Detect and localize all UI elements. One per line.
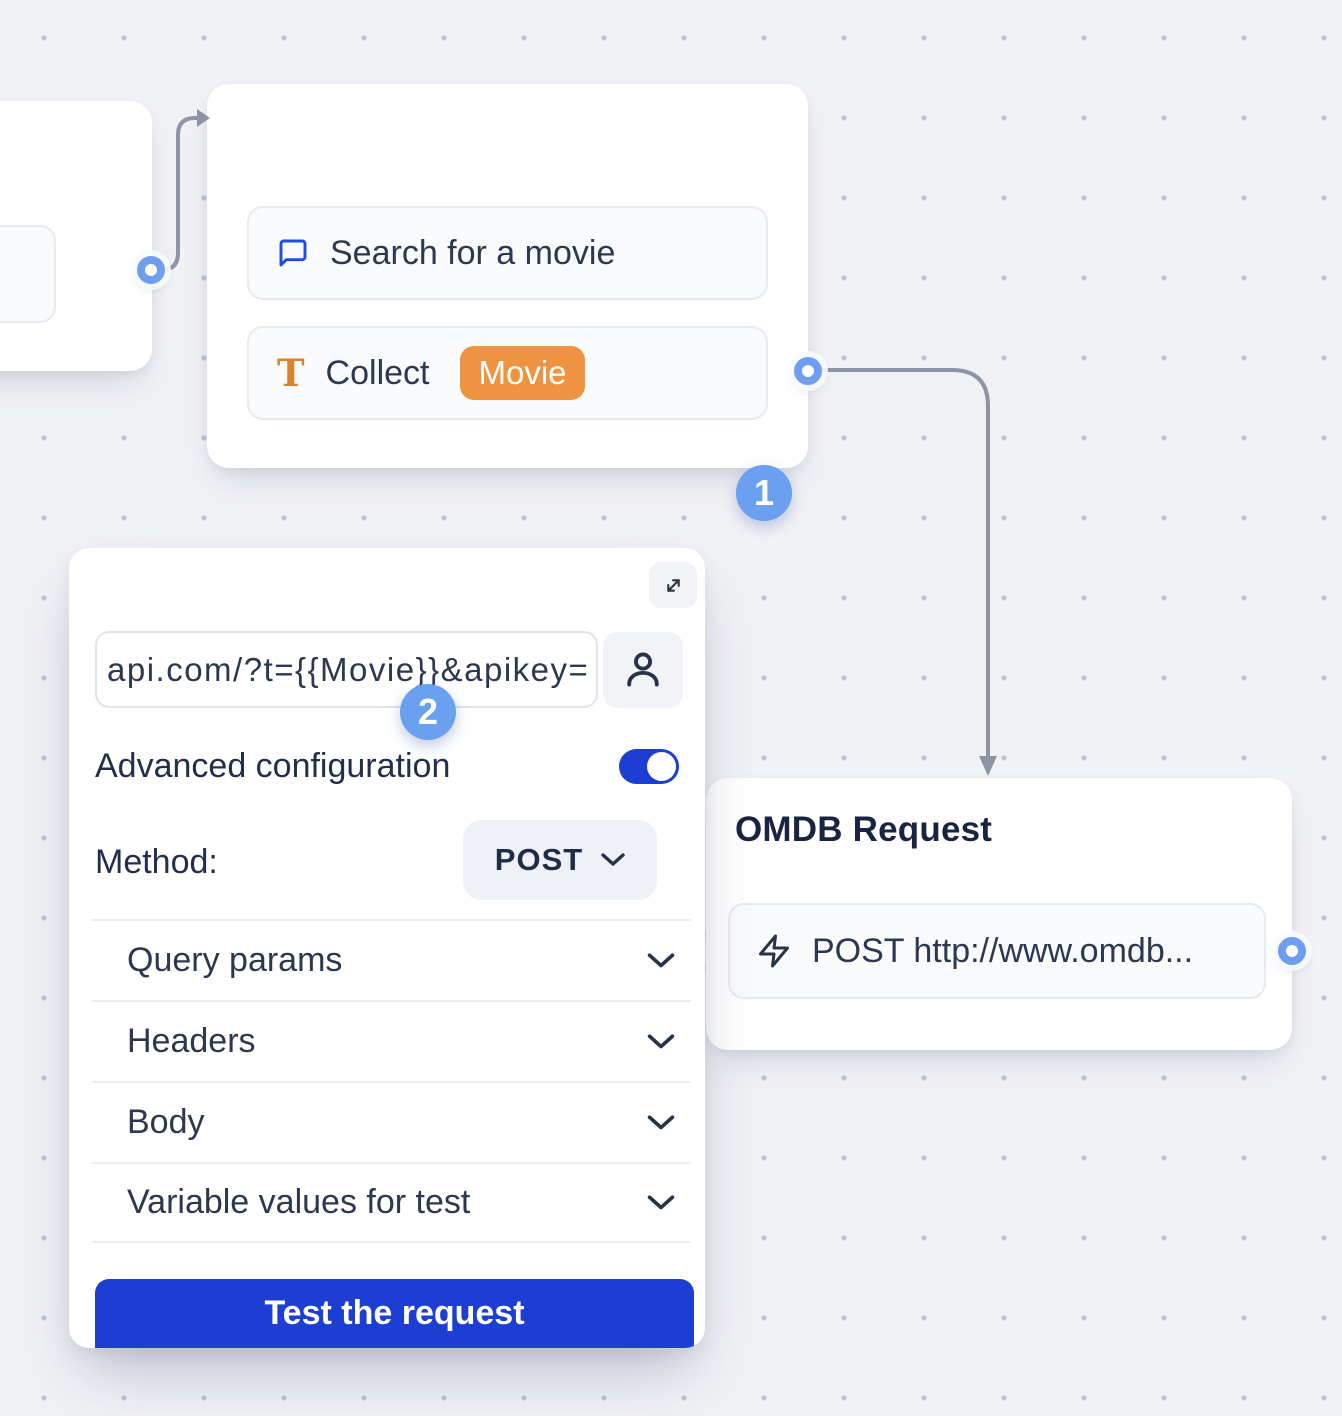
step-badge-1: 1 <box>736 465 792 521</box>
node-item-search-message[interactable]: Search for a movie <box>247 206 768 300</box>
omdb-request-node[interactable]: OMDB Request POST http://www.omdb... <box>706 778 1292 1050</box>
item-label: Search for a movie <box>330 234 615 273</box>
item-label: POST http://www.omdb... <box>812 932 1193 971</box>
section-body[interactable]: Body <box>92 1081 691 1162</box>
variable-insert-button[interactable] <box>603 632 683 708</box>
section-label: Query params <box>127 941 342 980</box>
movie-search-node[interactable]: Movie search Search for a movie T Collec… <box>207 84 808 468</box>
person-icon <box>620 647 666 693</box>
method-label: Method: <box>95 843 218 882</box>
edge-omdb-arrowhead <box>979 756 997 776</box>
item-label: Collect <box>326 354 430 393</box>
section-headers[interactable]: Headers <box>92 1000 691 1081</box>
webhook-config-panel: api.com/?t={{Movie}}&apikey= 2 Advanced … <box>69 548 705 1348</box>
section-label: Headers <box>127 1022 256 1061</box>
section-label: Body <box>127 1103 205 1142</box>
node-item-collect-variable[interactable]: T Collect Movie <box>247 326 768 420</box>
output-port-omdb[interactable] <box>1278 937 1306 965</box>
variable-chip: Movie <box>460 346 584 400</box>
url-input[interactable]: api.com/?t={{Movie}}&apikey= <box>95 631 598 708</box>
edge-movie-to-omdb <box>821 370 988 756</box>
node-title: OMDB Request <box>735 810 992 850</box>
section-query-params[interactable]: Query params <box>92 919 691 1000</box>
chevron-down-icon <box>647 1195 675 1211</box>
output-port-left-node[interactable] <box>137 256 165 284</box>
method-value: POST <box>495 842 583 878</box>
flow-canvas[interactable]: Movie search Search for a movie T Collec… <box>0 0 1342 1416</box>
section-variable-values[interactable]: Variable values for test <box>92 1162 691 1243</box>
partial-node-card[interactable] <box>0 101 152 371</box>
advanced-configuration-row: Advanced configuration <box>95 747 679 785</box>
chevron-down-icon <box>647 953 675 969</box>
output-port-movie-search[interactable] <box>794 357 822 385</box>
text-input-icon: T <box>277 355 305 392</box>
advanced-configuration-label: Advanced configuration <box>95 747 450 786</box>
test-request-button[interactable]: Test the request <box>95 1279 694 1348</box>
expand-icon <box>661 573 686 598</box>
zap-icon <box>756 933 792 969</box>
collapsible-sections: Query params Headers Body Variable value… <box>92 919 691 1243</box>
method-dropdown[interactable]: POST <box>463 820 657 900</box>
chevron-down-icon <box>647 1034 675 1050</box>
edge-left-to-movie <box>152 118 197 270</box>
advanced-configuration-toggle[interactable] <box>619 749 679 784</box>
expand-button[interactable] <box>649 562 697 608</box>
chevron-down-icon <box>601 853 625 867</box>
toggle-knob <box>647 752 676 781</box>
chat-bubble-icon <box>277 237 309 269</box>
method-row: Method: POST <box>95 820 679 905</box>
chevron-down-icon <box>647 1115 675 1131</box>
step-badge-2: 2 <box>400 684 456 740</box>
node-item-webhook-request[interactable]: POST http://www.omdb... <box>728 903 1266 999</box>
partial-node-item[interactable] <box>0 225 56 323</box>
section-label: Variable values for test <box>127 1183 470 1222</box>
